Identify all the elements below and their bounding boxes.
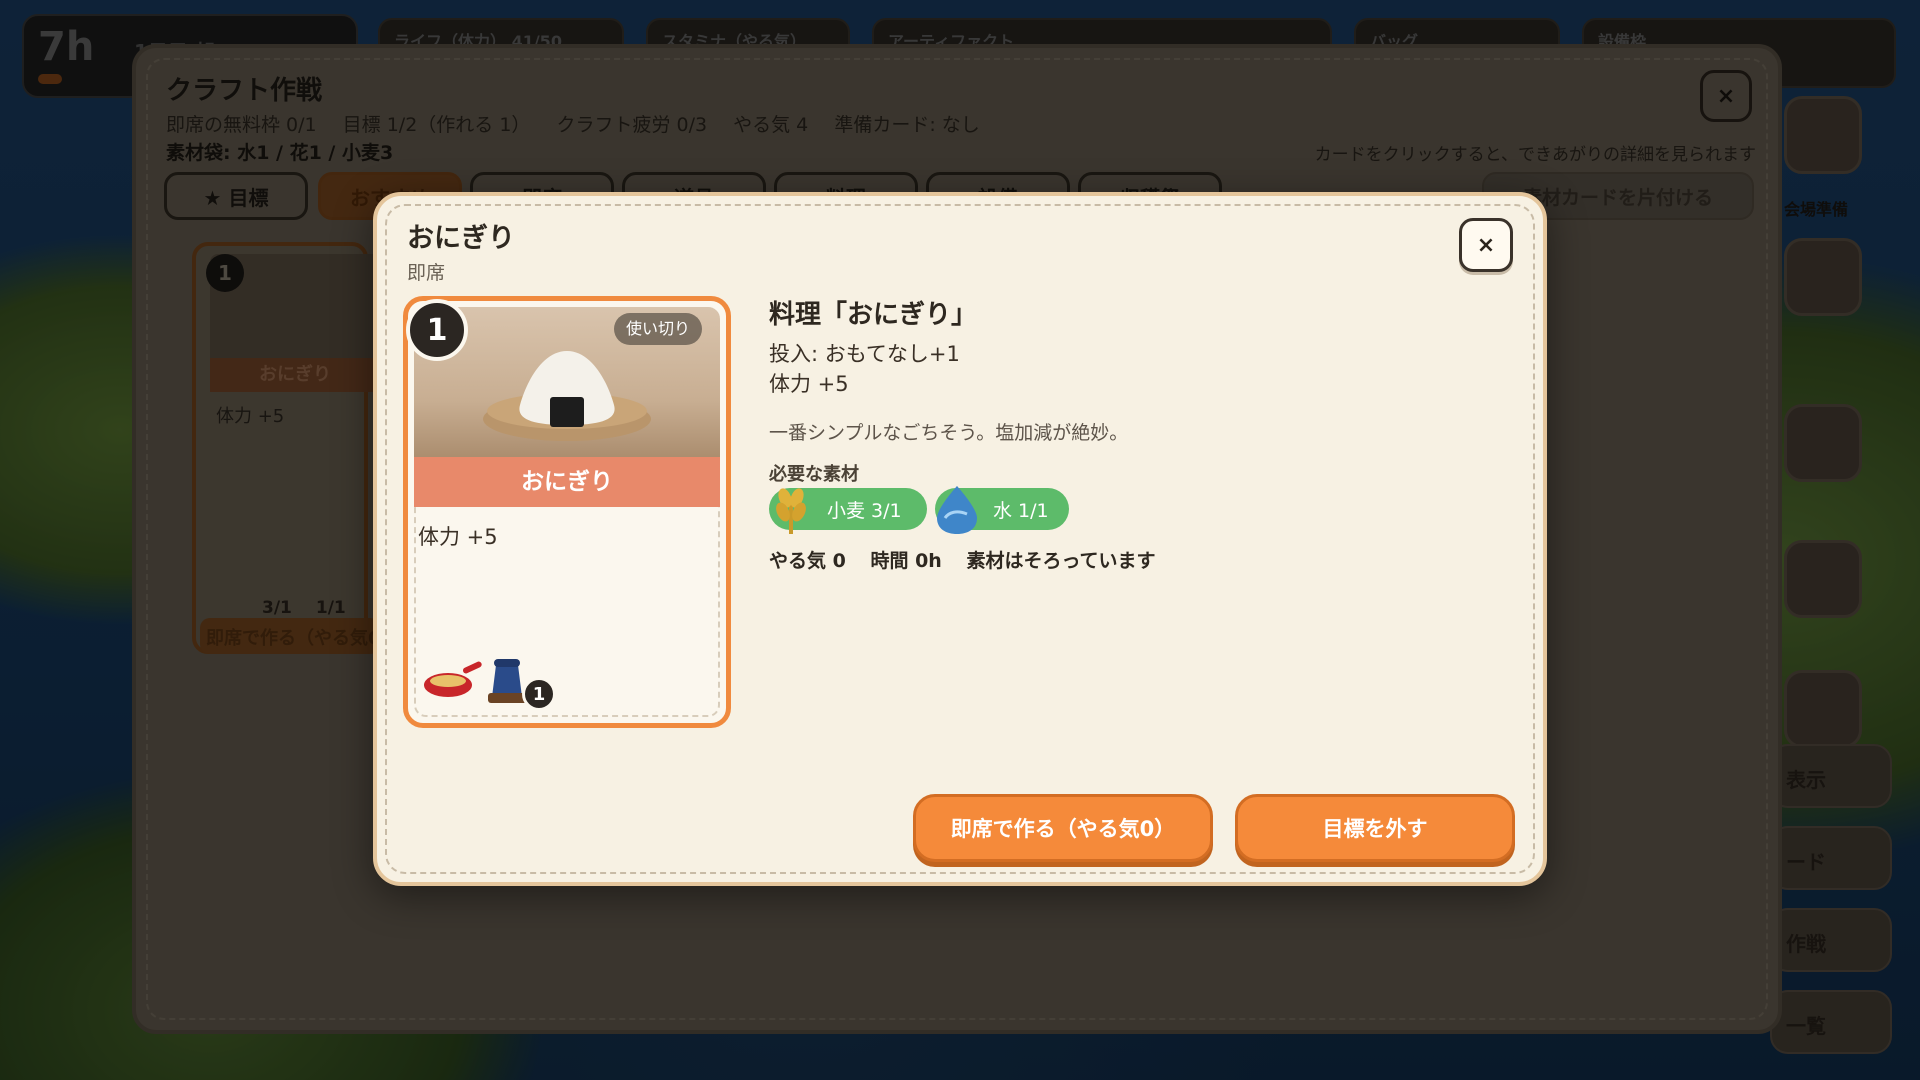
recipe-detail-modal: おにぎり 即席 × おにぎり 1 使い切り 体力 +5 1 料理「おにぎり」 投…: [373, 192, 1547, 886]
dish-title: 料理「おにぎり」: [769, 300, 978, 330]
remove-goal-button[interactable]: 目標を外す: [1235, 794, 1515, 862]
modal-title: おにぎり: [407, 223, 515, 254]
dish-description: 一番シンプルなごちそう。塩加減が絶妙。: [769, 422, 1129, 444]
motivation-cost: やる気 0: [769, 550, 846, 572]
water-drop-icon: [937, 486, 977, 534]
dish-effect: 体力 +5: [769, 372, 849, 396]
material-chip-wheat: 小麦 3/1: [769, 488, 927, 534]
materials-ready: 素材はそろっています: [966, 550, 1156, 572]
card-number-badge: 1: [406, 299, 468, 361]
card-name: おにぎり: [414, 457, 720, 507]
craft-status: やる気 0 時間 0h 素材はそろっています: [769, 546, 1174, 573]
recipe-card[interactable]: おにぎり 1 使い切り 体力 +5 1: [403, 296, 731, 728]
wheat-icon: [776, 488, 806, 534]
dish-input: 投入: おもてなし+1: [769, 342, 960, 366]
single-use-tag: 使い切り: [613, 313, 702, 345]
tool-count-badge: 1: [522, 677, 556, 711]
material-chip-water: 水 1/1: [935, 486, 1069, 534]
modal-subtitle: 即席: [407, 262, 446, 284]
time-cost: 時間 0h: [870, 550, 942, 572]
card-effect: 体力 +5: [418, 525, 498, 549]
modal-close-button[interactable]: ×: [1459, 218, 1513, 272]
make-instant-button[interactable]: 即席で作る（やる気0）: [913, 794, 1213, 862]
card-tools: 1: [418, 647, 558, 711]
